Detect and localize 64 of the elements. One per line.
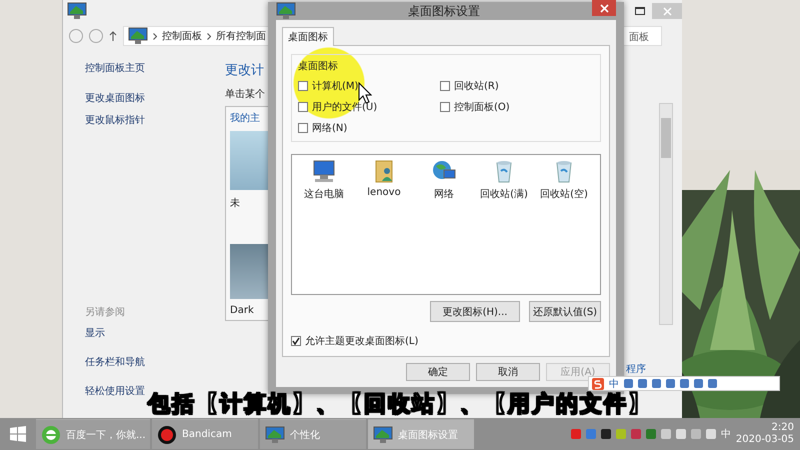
checkbox-label[interactable]: 计算机(M) <box>312 79 358 93</box>
close-icon <box>600 4 608 12</box>
window-icon <box>67 2 87 20</box>
checkbox[interactable] <box>440 102 450 112</box>
restore-default-button[interactable]: 还原默认值(S) <box>529 301 601 322</box>
section-title: 另请参阅 <box>85 306 126 319</box>
dialog-icon <box>276 2 296 20</box>
checkbox-label[interactable]: 控制面板(O) <box>454 100 510 114</box>
breadcrumb-item[interactable]: 控制面板 <box>162 29 202 43</box>
checkbox[interactable] <box>298 81 308 91</box>
icon-label[interactable]: 网络 <box>434 187 454 201</box>
chevron-icon <box>207 32 211 40</box>
input-method-logo-icon[interactable] <box>592 378 604 390</box>
checkbox[interactable] <box>440 81 450 91</box>
checkbox[interactable] <box>298 102 308 112</box>
checkbox-label[interactable]: 回收站(R) <box>454 79 499 93</box>
sidebar-link[interactable]: 显示 <box>85 326 223 340</box>
maximize-icon <box>635 7 645 15</box>
mouse-cursor-icon <box>358 82 372 104</box>
sidebar-link[interactable]: 控制面板主页 <box>85 61 223 75</box>
sidebar-link[interactable]: 任务栏和导航 <box>85 355 223 369</box>
windows-logo-icon <box>10 426 26 442</box>
dialog-button[interactable]: 取消 <box>476 363 540 381</box>
checkbox[interactable] <box>298 123 308 133</box>
icon-label[interactable]: 回收站(空) <box>540 187 588 201</box>
instruction-text: 单击某个 <box>225 88 266 101</box>
sidebar-link[interactable]: 更改鼠标指针 <box>85 113 223 127</box>
group-title: 我的主 <box>230 112 261 125</box>
forward-button[interactable] <box>89 29 103 43</box>
chevron-icon <box>153 32 157 40</box>
close-icon <box>662 6 672 16</box>
icon-label[interactable]: lenovo <box>367 187 401 198</box>
computer-icon <box>311 159 337 183</box>
sidebar-link[interactable]: 更改桌面图标 <box>85 91 223 105</box>
icon-label[interactable]: 这台电脑 <box>304 187 344 201</box>
checkbox-label[interactable]: 网络(N) <box>312 121 348 135</box>
browser-icon <box>41 424 61 444</box>
monitor-icon <box>373 426 393 444</box>
theme-thumbnail[interactable] <box>230 131 270 190</box>
record-icon <box>157 424 177 444</box>
up-arrow-icon[interactable] <box>109 31 117 41</box>
checkbox-label[interactable]: 用户的文件(U) <box>312 100 378 114</box>
change-icon-button[interactable]: 更改图标(H)... <box>430 301 520 322</box>
monitor-icon <box>265 426 285 444</box>
dialog-button[interactable]: 确定 <box>406 363 470 381</box>
scrollbar[interactable] <box>659 103 673 325</box>
video-subtitle: 包括【计算机】、【回收站】、【用户的文件】 <box>148 393 652 417</box>
control-panel-icon <box>128 27 148 45</box>
dialog-title: 桌面图标设置 <box>407 2 481 20</box>
checkbox[interactable] <box>291 336 301 346</box>
input-mode-toggle[interactable]: 中 <box>609 376 619 390</box>
tab[interactable]: 桌面图标 <box>282 27 334 46</box>
back-button[interactable] <box>69 29 83 43</box>
theme-name: 未 <box>230 196 241 210</box>
sidebar-link[interactable]: 程序 <box>626 364 646 375</box>
group-title: 桌面图标 <box>298 60 339 73</box>
page-heading: 更改计 <box>225 62 265 79</box>
breadcrumb-item[interactable]: 面板 <box>629 32 649 43</box>
close-button[interactable] <box>592 0 616 16</box>
theme-name: Dark <box>230 305 255 316</box>
breadcrumb-item[interactable]: 所有控制面 <box>216 29 266 43</box>
icon-label[interactable]: 回收站(满) <box>480 187 528 201</box>
checkbox-label[interactable]: 允许主题更改桌面图标(L) <box>305 334 418 348</box>
theme-thumbnail[interactable] <box>230 244 270 299</box>
